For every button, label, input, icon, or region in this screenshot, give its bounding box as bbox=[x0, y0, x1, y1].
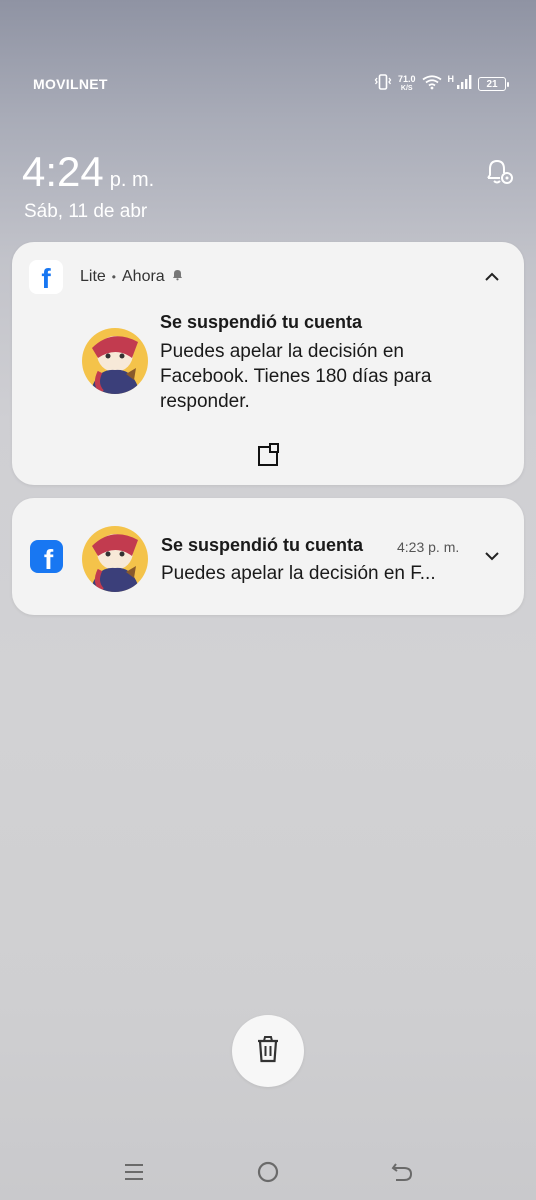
notification-header: Lite • Ahora bbox=[80, 268, 184, 286]
wifi-icon bbox=[421, 74, 442, 95]
net-speed: 71.0 K/S bbox=[398, 75, 416, 93]
recents-icon[interactable] bbox=[117, 1155, 151, 1189]
expand-chevron-icon[interactable] bbox=[481, 545, 503, 567]
clear-all-button[interactable] bbox=[232, 1015, 304, 1087]
facebook-icon: f bbox=[30, 540, 63, 573]
status-icons: 71.0 K/S H 21 bbox=[374, 72, 509, 96]
carrier-name: MOVILNET bbox=[33, 76, 108, 92]
facebook-lite-icon: f bbox=[29, 260, 63, 294]
vibrate-icon bbox=[374, 73, 392, 96]
notification-card-collapsed[interactable]: f Se suspendió tu cuenta 4:23 p. m. Pued… bbox=[12, 498, 524, 615]
network-type: H bbox=[447, 74, 455, 84]
app-name: Lite bbox=[80, 268, 106, 285]
net-speed-unit: K/S bbox=[400, 85, 413, 92]
signal-icon bbox=[456, 74, 472, 95]
notification-title: Se suspendió tu cuenta bbox=[160, 312, 363, 332]
collapse-chevron-icon[interactable] bbox=[481, 266, 503, 288]
bell-settings-icon[interactable] bbox=[482, 156, 516, 188]
avatar bbox=[82, 328, 148, 394]
clock-time: 4:24 bbox=[22, 148, 104, 195]
open-in-new-window-icon[interactable] bbox=[258, 442, 280, 466]
back-icon[interactable] bbox=[385, 1155, 419, 1189]
avatar bbox=[82, 526, 148, 592]
notification-time: 4:23 p. m. bbox=[397, 539, 460, 555]
lockscreen-clock: 4:24 p. m. bbox=[22, 148, 154, 196]
net-speed-value: 71.0 bbox=[397, 74, 416, 84]
notification-text: Puedes apelar la decisión en Facebook. T… bbox=[160, 341, 432, 412]
notification-card-expanded[interactable]: f Lite • Ahora Se suspendió tu cuenta Pu… bbox=[12, 242, 524, 485]
notification-when: Ahora bbox=[122, 268, 165, 285]
battery-level: 21 bbox=[486, 78, 498, 90]
battery-icon: 21 bbox=[478, 77, 509, 91]
notification-title: Se suspendió tu cuenta bbox=[161, 535, 364, 555]
navigation-bar bbox=[0, 1155, 536, 1189]
status-bar: MOVILNET 71.0 K/S H 21 bbox=[0, 72, 536, 98]
notification-text: Puedes apelar la decisión en F... bbox=[161, 563, 436, 584]
bell-icon bbox=[171, 268, 184, 286]
trash-icon bbox=[255, 1035, 281, 1068]
header-separator: • bbox=[111, 270, 116, 284]
home-icon[interactable] bbox=[251, 1155, 285, 1189]
clock-ampm: p. m. bbox=[109, 169, 155, 191]
lockscreen-date: Sáb, 11 de abr bbox=[24, 201, 148, 222]
